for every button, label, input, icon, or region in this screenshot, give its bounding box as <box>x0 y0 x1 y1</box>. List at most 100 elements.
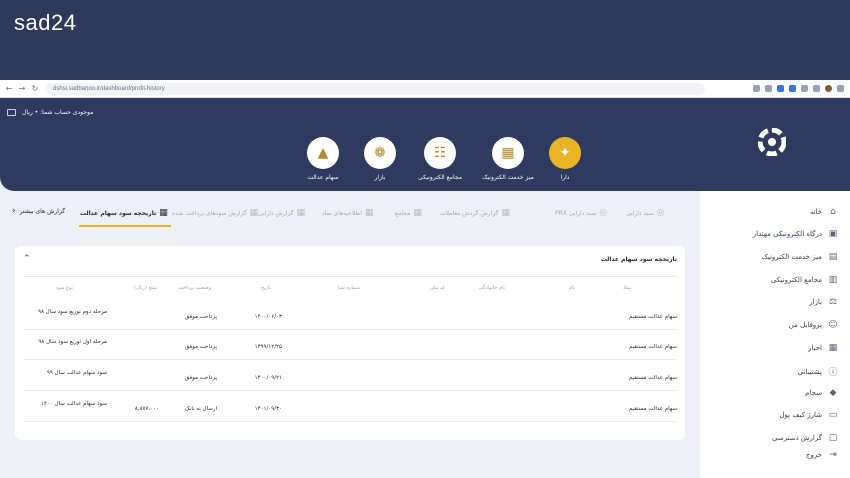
edalat-shares-icon: ▲ <box>307 137 339 169</box>
quick-access-assemblies[interactable]: ☷ مجامع الکترونیکی <box>405 137 475 181</box>
home-icon: ⌂ <box>830 207 836 217</box>
forward-icon[interactable]: → <box>18 84 26 93</box>
sidebar-item-wallet[interactable]: ▭ شارژ کیف پول <box>779 410 838 420</box>
chevron-up-icon[interactable]: ⌃ <box>23 254 31 264</box>
screenshot-root: sad24 ← → ↻ dshsi.sadbanoo.ir/dashboard/… <box>0 0 850 478</box>
extension-icon[interactable] <box>789 85 796 92</box>
cell-type: مرحله دوم توزیع سود سال ۹۸ <box>38 309 107 315</box>
support-icon: ⓘ <box>828 368 838 378</box>
extension-icon[interactable] <box>777 85 784 92</box>
cell-status: پرداخت موفق <box>184 344 217 350</box>
notice-icon: ▦ <box>364 208 374 218</box>
active-tab-indicator <box>79 225 171 227</box>
menu-dots-icon[interactable] <box>837 85 844 92</box>
assemblies-icon: ▥ <box>828 275 838 285</box>
cell-date: ۱۴۰۰/۰۶/۰۳ <box>254 314 282 320</box>
sidebar: ⌂ خانه ▣ درگاه الکترونیکی مهندار ▤ میز خدمت… <box>700 191 850 478</box>
cell-symbol: سهام عدالت مستقیم <box>628 406 677 412</box>
brand-logo-icon[interactable] <box>758 128 786 156</box>
service-desk-icon: ▤ <box>828 252 838 262</box>
chevron-left-icon: ‹ <box>12 206 16 216</box>
tab-paid-dividends[interactable]: ▦ گزارش سودهای پرداخت شده <box>172 208 258 218</box>
logout-icon: ⇥ <box>829 450 837 460</box>
more-reports-button[interactable]: گزارش های بیشتر ‹ <box>12 206 65 216</box>
tab-edalat-dividend-history[interactable]: ▦ تاریخچه سود سهام عدالت <box>80 208 168 218</box>
card-title: تاریخچه سود سهام عدالت <box>600 256 677 263</box>
sidebar-item-home[interactable]: ⌂ خانه <box>810 207 838 217</box>
sidebar-item-assemblies[interactable]: ▥ مجامع الکترونیکی <box>771 275 838 285</box>
quick-access-edalat-shares[interactable]: ▲ سهام عدالت <box>288 137 358 181</box>
divider <box>23 276 677 277</box>
account-balance: موجودی حساب شما: • ریال <box>22 109 94 116</box>
watermark-text: sad24 <box>14 10 77 35</box>
sidebar-item-sejam[interactable]: ◆ سجام <box>805 388 838 398</box>
table-row[interactable]: سهام عدالت مستقیم ۱۳۹۹/۱۲/۲۵ پرداخت موفق… <box>23 332 677 360</box>
reload-icon[interactable]: ↻ <box>31 84 39 93</box>
cell-type: سود سهام عدالت سال ۱۴۰۰ <box>41 401 107 407</box>
tab-asset-basket[interactable]: ◎ سبد دارایی <box>626 208 664 218</box>
tab-symbol-notices[interactable]: ▦ اطلاعیه‌های نماد <box>322 208 373 218</box>
cell-date: ۱۴۰۰/۰۹/۲۱ <box>254 375 282 381</box>
chart-icon: ▦ <box>413 208 422 218</box>
table-row[interactable]: سهام عدالت مستقیم ۱۴۰۰/۰۶/۰۳ پرداخت موفق… <box>23 302 677 330</box>
sidebar-item-profile[interactable]: ☺ پروفایل من <box>789 320 838 330</box>
tab-assemblies[interactable]: ▦ مجامع <box>395 208 422 218</box>
address-bar[interactable]: dshsi.sadbanoo.ir/dashboard/profit-histo… <box>45 82 705 95</box>
sidebar-item-portal[interactable]: ▣ درگاه الکترونیکی مهندار <box>753 229 838 239</box>
profile-icon: ☺ <box>828 320 838 330</box>
cell-amount: ۸،۸۷۷،۰۰۰ <box>134 406 159 412</box>
column-header: نوع سود <box>55 285 73 291</box>
column-header: نماد <box>622 285 631 291</box>
service-desk-icon: ▦ <box>492 137 524 169</box>
basket-icon: ◎ <box>656 208 665 218</box>
column-header: تاریخ <box>261 285 271 291</box>
back-icon[interactable]: ← <box>5 84 13 93</box>
cell-date: ۱۴۰۱/۰۹/۳۰ <box>254 406 282 412</box>
cell-type: سود سهام عدالت سال ۹۹ <box>46 370 107 376</box>
table-row[interactable]: سهام عدالت مستقیم ۱۴۰۱/۰۹/۳۰ ارسال به با… <box>23 394 677 422</box>
cell-symbol: سهام عدالت مستقیم <box>628 314 677 320</box>
column-header: کد ملی <box>429 285 445 291</box>
star-icon[interactable] <box>765 85 772 92</box>
sidebar-item-news[interactable]: ▦ اخبار <box>808 343 838 353</box>
column-header: وضعیت پرداخت <box>178 285 211 291</box>
assemblies-icon: ☷ <box>424 137 456 169</box>
column-header: مبلغ (ریال) <box>134 285 157 291</box>
cell-status: پرداخت موفق <box>184 314 217 320</box>
wallet-icon[interactable] <box>7 109 16 116</box>
sidebar-item-access-report[interactable]: ▢ گزارش دسترسی <box>772 433 838 443</box>
column-header: نام خانوادگی <box>478 285 505 291</box>
market-icon: ❁ <box>364 137 396 169</box>
report-icon: ▦ <box>159 208 168 218</box>
wallet-icon: ▭ <box>828 410 838 420</box>
access-report-icon: ▢ <box>828 433 838 443</box>
extension-icon[interactable] <box>753 85 760 92</box>
tab-trade-report[interactable]: ▦ گزارش گردش معاملات <box>440 208 510 218</box>
sejam-icon: ◆ <box>829 388 837 398</box>
sidebar-item-logout[interactable]: ⇥ خروج <box>806 450 838 460</box>
cell-status: ارسال به بانک <box>184 406 217 412</box>
news-icon: ▦ <box>828 343 838 353</box>
quick-access-service-desk[interactable]: ▦ میز خدمت الکترونیک <box>473 137 543 181</box>
extension-icon[interactable] <box>801 85 808 92</box>
chart-icon: ▦ <box>501 208 510 218</box>
cell-date: ۱۳۹۹/۱۲/۲۵ <box>254 344 282 350</box>
sidebar-item-market[interactable]: ⚖ بازار <box>809 297 838 307</box>
puzzle-icon[interactable] <box>813 85 820 92</box>
cell-type: مرحله اول توزیع سود سال ۹۸ <box>38 339 107 345</box>
portal-icon: ▣ <box>828 229 838 239</box>
sidebar-item-service-desk[interactable]: ▤ میز خدمت الکترونیک <box>762 252 838 262</box>
table-row[interactable]: سهام عدالت مستقیم ۱۴۰۰/۰۹/۲۱ پرداخت موفق… <box>23 363 677 391</box>
cell-symbol: سهام عدالت مستقیم <box>628 375 677 381</box>
browser-toolbar: ← → ↻ dshsi.sadbanoo.ir/dashboard/profit… <box>0 80 850 98</box>
profile-avatar-icon[interactable] <box>825 85 832 92</box>
sidebar-item-support[interactable]: ⓘ پشتیبانی <box>798 365 838 379</box>
dara-icon: ✦ <box>549 137 581 169</box>
tab-asset-report[interactable]: ▦ گزارش دارایی <box>258 208 305 218</box>
report-icon: ▦ <box>296 208 306 218</box>
market-icon: ⚖ <box>828 297 838 307</box>
tab-asset-basket-prx[interactable]: ◎ سبد دارایی PRX <box>555 208 607 218</box>
column-header: شماره شبا <box>337 285 360 291</box>
basket-icon: ◎ <box>599 208 608 218</box>
report-icon: ▦ <box>249 208 259 218</box>
